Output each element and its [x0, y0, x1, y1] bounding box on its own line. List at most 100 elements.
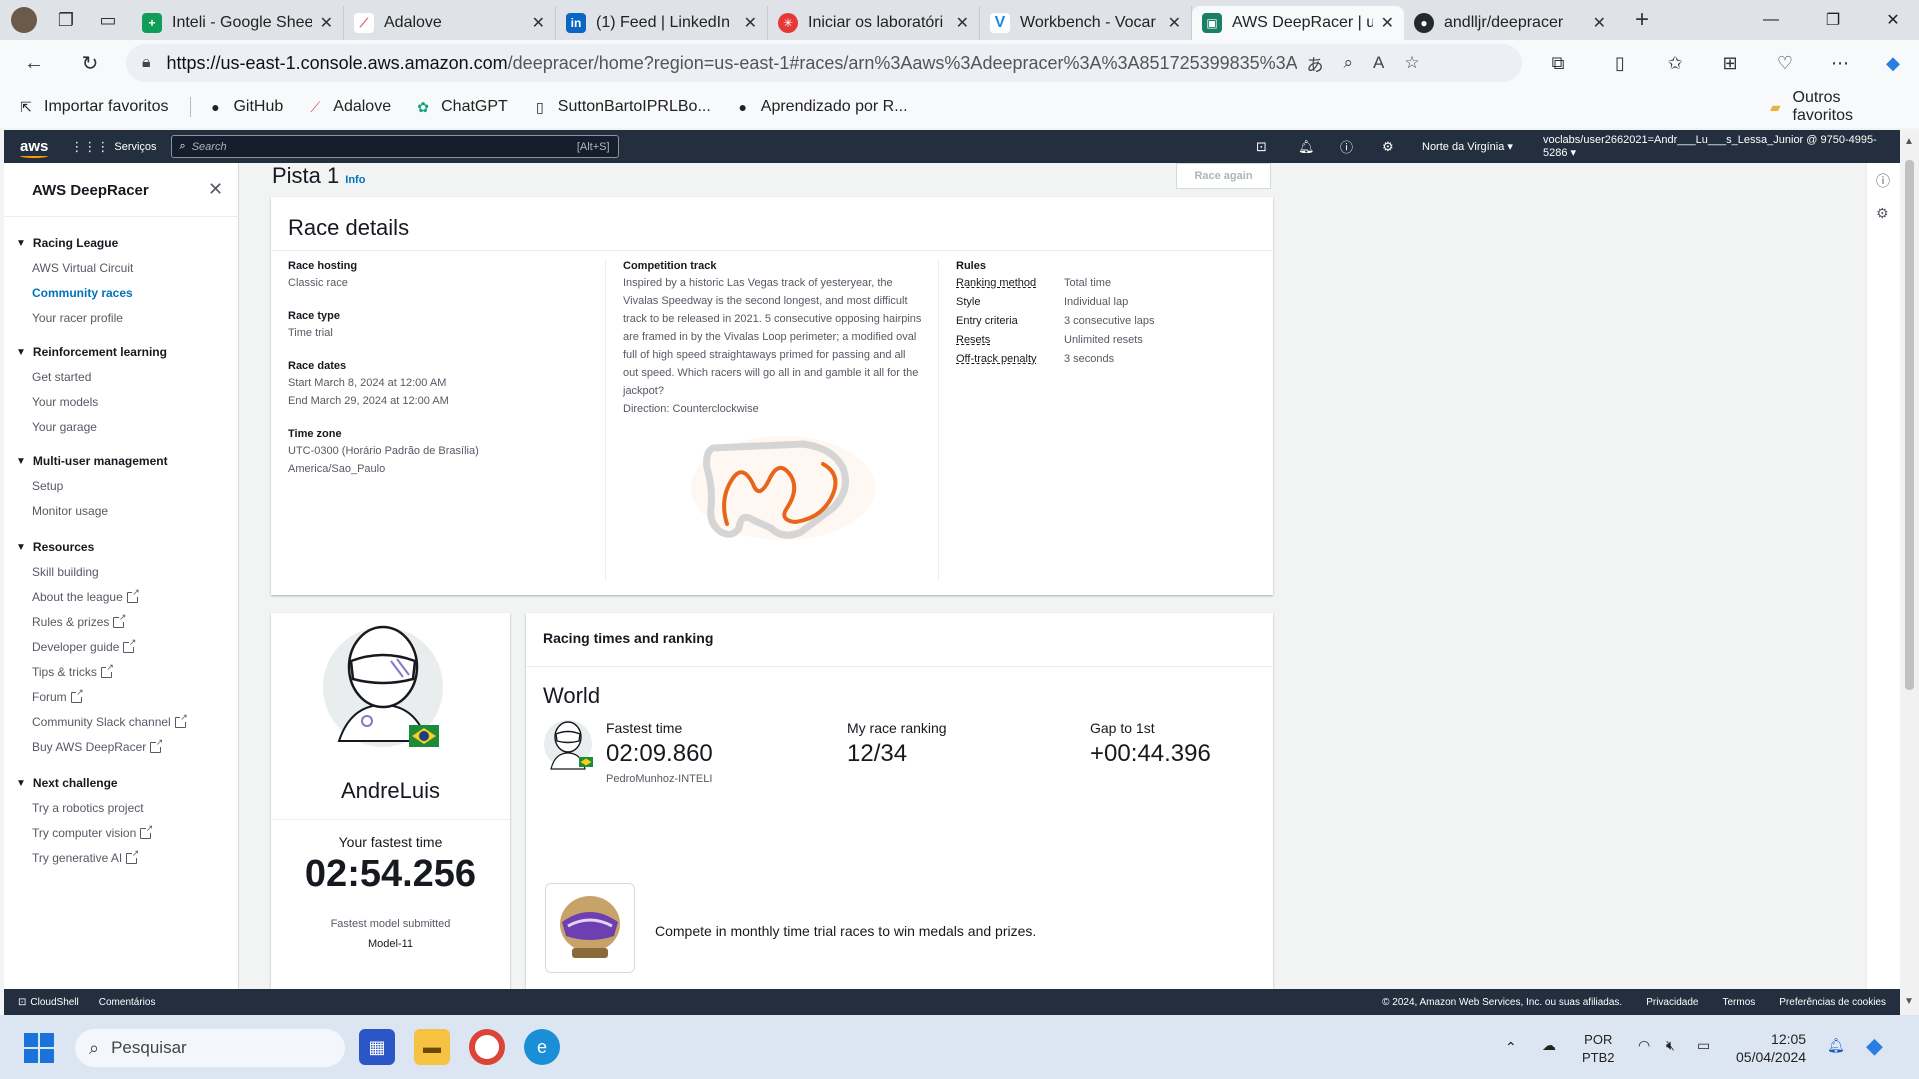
taskbar-search[interactable]: ⌕ Pesquisar — [75, 1029, 345, 1067]
notification-bell-icon[interactable]: 🔔︎ — [1827, 1037, 1845, 1054]
tab-google-sheets[interactable]: + Inteli - Google Shee ✕ — [132, 6, 344, 40]
sidebar-section-reinforcement[interactable]: ▼ Reinforcement learning — [16, 345, 167, 359]
page-scrollbar[interactable]: ▲ ▼ — [1900, 130, 1919, 1015]
services-menu[interactable]: ⋮⋮⋮ Serviços — [70, 139, 156, 155]
favorite-adalove[interactable]: ⟋ Adalove — [305, 97, 391, 117]
lock-icon[interactable]: 🔒︎ — [142, 54, 151, 72]
windows-start-icon[interactable] — [24, 1033, 54, 1063]
translate-icon[interactable]: あ — [1307, 51, 1324, 76]
close-tab-icon[interactable]: ✕ — [956, 13, 969, 33]
sidebar-item-generative-ai[interactable]: Try generative AI — [32, 848, 140, 865]
tab-github[interactable]: ● andlljr/deepracer ✕ — [1404, 6, 1616, 40]
new-tab-icon[interactable]: + — [1626, 4, 1658, 36]
sidebar-item-your-garage[interactable]: Your garage — [32, 420, 97, 434]
profile-avatar[interactable] — [8, 4, 40, 36]
sidebar-item-setup[interactable]: Setup — [32, 479, 63, 493]
info-link[interactable]: Info — [345, 174, 365, 186]
close-tab-icon[interactable]: ✕ — [1593, 13, 1606, 33]
zoom-icon[interactable]: ⌕ — [1344, 53, 1354, 73]
battery-icon[interactable]: ▭ — [1697, 1037, 1710, 1054]
url-bar[interactable]: 🔒︎ https://us-east-1.console.aws.amazon.… — [126, 44, 1522, 82]
clock[interactable]: 12:05 05/04/2024 — [1736, 1030, 1806, 1066]
extensions-icon[interactable]: ⧉ — [1543, 48, 1573, 78]
tab-linkedin[interactable]: in (1) Feed | LinkedIn ✕ — [556, 6, 768, 40]
tab-actions-icon[interactable]: ▭ — [92, 4, 124, 36]
sidebar-item-community-races[interactable]: Community races — [32, 286, 133, 300]
sidebar-item-virtual-circuit[interactable]: AWS Virtual Circuit — [32, 261, 133, 275]
favorite-other-folder[interactable]: ▰ Outros favoritos — [1766, 89, 1897, 125]
notifications-icon[interactable]: 🔔︎ — [1298, 130, 1315, 163]
close-tab-icon[interactable]: ✕ — [1168, 13, 1181, 33]
scroll-up-icon[interactable]: ▲ — [1904, 136, 1914, 147]
collections-icon[interactable]: ⊞ — [1715, 48, 1745, 78]
info-icon[interactable]: ⓘ — [1876, 171, 1890, 191]
volume-muted-icon[interactable]: 🔇︎ — [1666, 1037, 1675, 1054]
close-tab-icon[interactable]: ✕ — [744, 13, 757, 33]
sidebar-item-your-models[interactable]: Your models — [32, 395, 98, 409]
wifi-icon[interactable]: ◠ — [1638, 1037, 1650, 1054]
close-window-icon[interactable]: ✕ — [1868, 0, 1918, 40]
cloudshell-footer-icon[interactable]: ⊡ — [18, 997, 26, 1008]
help-icon[interactable]: ⓘ — [1340, 130, 1353, 163]
favorite-github[interactable]: ● GitHub — [205, 97, 283, 117]
url-text[interactable]: https://us-east-1.console.aws.amazon.com… — [167, 53, 1297, 74]
favorites-icon[interactable]: ✩ — [1660, 48, 1690, 78]
sidebar-item-tips-tricks[interactable]: Tips & tricks — [32, 662, 114, 679]
sidebar-section-next-challenge[interactable]: ▼ Next challenge — [16, 776, 118, 790]
account-menu[interactable]: voclabs/user2662021=Andr___Lu___s_Lessa_… — [1543, 130, 1900, 163]
copilot-icon[interactable]: ◆ — [1878, 48, 1908, 78]
sidebar-item-skill-building[interactable]: Skill building — [32, 565, 99, 579]
close-tab-icon[interactable]: ✕ — [532, 13, 545, 33]
sidebar-item-computer-vision[interactable]: Try computer vision — [32, 823, 154, 840]
refresh-icon[interactable]: ↻ — [72, 45, 108, 81]
comments-link[interactable]: Comentários — [99, 997, 156, 1008]
close-tab-icon[interactable]: ✕ — [1381, 13, 1394, 33]
tab-deepracer[interactable]: ▣ AWS DeepRacer | u ✕ — [1192, 6, 1404, 40]
chrome-icon[interactable] — [469, 1029, 505, 1065]
restore-icon[interactable]: ❐ — [1808, 0, 1858, 40]
sidebar-item-robotics[interactable]: Try a robotics project — [32, 801, 144, 815]
sidebar-item-racer-profile[interactable]: Your racer profile — [32, 311, 123, 325]
edge-icon[interactable]: e — [524, 1029, 560, 1065]
aws-logo[interactable]: aws — [20, 138, 49, 158]
close-icon[interactable]: ✕ — [208, 179, 223, 200]
sidebar-section-resources[interactable]: ▼ Resources — [16, 540, 94, 554]
file-explorer-icon[interactable]: ▬ — [414, 1029, 450, 1065]
copilot-taskbar-icon[interactable]: ◆ — [1866, 1033, 1883, 1059]
minimize-icon[interactable]: — — [1746, 0, 1796, 40]
read-aloud-icon[interactable]: A — [1373, 53, 1384, 73]
sidebar-item-rules-prizes[interactable]: Rules & prizes — [32, 612, 127, 629]
region-selector[interactable]: Norte da Virgínia ▾ — [1422, 130, 1513, 163]
favorite-sutton[interactable]: ▯ SuttonBartoIPRLBo... — [530, 97, 711, 117]
close-tab-icon[interactable]: ✕ — [320, 13, 333, 33]
aws-search-input[interactable]: ⌕ Search [Alt+S] — [170, 135, 619, 158]
workspaces-icon[interactable]: ❐ — [50, 4, 82, 36]
terms-link[interactable]: Termos — [1722, 997, 1755, 1008]
privacy-link[interactable]: Privacidade — [1646, 997, 1698, 1008]
tab-workbench[interactable]: V Workbench - Vocar ✕ — [980, 6, 1192, 40]
sidebar-item-get-started[interactable]: Get started — [32, 370, 91, 384]
cloudshell-icon[interactable]: ⊡ — [1256, 130, 1267, 163]
back-icon[interactable]: ← — [16, 45, 52, 81]
sidebar-item-buy-deepracer[interactable]: Buy AWS DeepRacer — [32, 737, 164, 754]
sidebar-section-multi-user[interactable]: ▼ Multi-user management — [16, 454, 168, 468]
cookies-link[interactable]: Preferências de cookies — [1779, 997, 1886, 1008]
settings-icon[interactable]: ⚙ — [1382, 130, 1394, 163]
race-again-button[interactable]: Race again — [1176, 163, 1271, 189]
browser-essentials-icon[interactable]: ♡ — [1770, 48, 1800, 78]
onedrive-icon[interactable]: ☁ — [1542, 1037, 1556, 1054]
scroll-down-icon[interactable]: ▼ — [1904, 996, 1914, 1007]
leader-name[interactable]: PedroMunhoz-INTELI — [606, 773, 712, 785]
favorite-import[interactable]: ⇱ Importar favoritos — [16, 97, 168, 117]
sidebar-section-racing-league[interactable]: ▼ Racing League — [16, 236, 118, 250]
favorite-star-icon[interactable]: ☆ — [1404, 53, 1419, 73]
show-hidden-icons[interactable]: ⌃ — [1505, 1039, 1517, 1056]
tab-adalove[interactable]: ⟋ Adalove ✕ — [344, 6, 556, 40]
scroll-thumb[interactable] — [1905, 160, 1914, 690]
store-icon[interactable]: ▦ — [359, 1029, 395, 1065]
sidebar-item-slack[interactable]: Community Slack channel — [32, 712, 188, 729]
gear-icon[interactable]: ⚙ — [1876, 205, 1889, 222]
sidebar-item-developer-guide[interactable]: Developer guide — [32, 637, 137, 654]
favorite-chatgpt[interactable]: ✿ ChatGPT — [413, 97, 508, 117]
rule-key[interactable]: Resets — [956, 331, 1064, 350]
